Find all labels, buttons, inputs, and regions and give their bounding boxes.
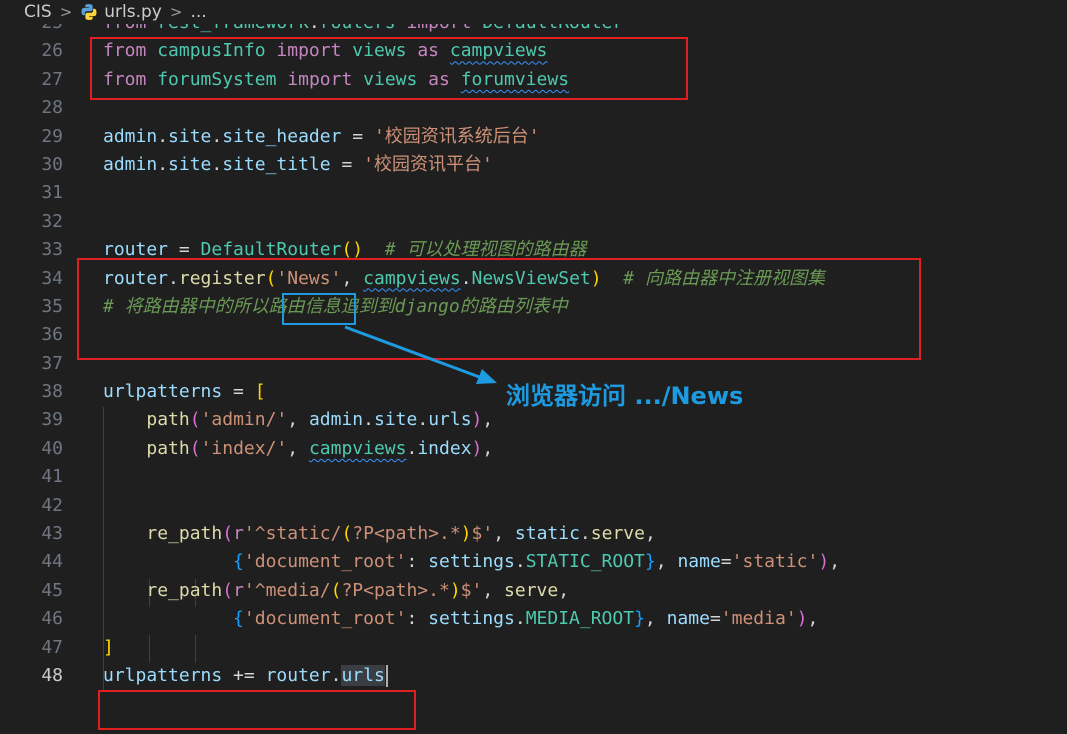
code-text[interactable]: from forumSystem import views as forumvi…: [103, 66, 569, 94]
code-line[interactable]: 40 path('index/', campviews.index),: [0, 435, 1067, 463]
annotation-label: 浏览器访问 .../News: [506, 382, 744, 410]
line-number: 38: [41, 381, 63, 403]
line-number: 26: [41, 40, 63, 62]
breadcrumb-folder[interactable]: CIS: [24, 2, 52, 22]
text-cursor: [385, 664, 388, 687]
line-number: 37: [41, 352, 63, 374]
code-text[interactable]: urlpatterns += router.urls: [103, 662, 388, 690]
code-text[interactable]: {'document_root': settings.MEDIA_ROOT}, …: [103, 605, 818, 633]
line-number: 39: [41, 409, 63, 431]
line-number: 29: [41, 125, 63, 147]
highlight-box-urlpatterns: [98, 690, 416, 730]
code-text[interactable]: urlpatterns = [: [103, 378, 266, 406]
line-number: 27: [41, 68, 63, 90]
line-number: 44: [41, 551, 63, 573]
code-text[interactable]: re_path(r'^static/(?P<path>.*)$', static…: [103, 520, 655, 548]
chevron-right-icon: >: [169, 3, 183, 21]
code-line[interactable]: 35 # 将路由器中的所以路由信息追到到django的路由列表中: [0, 293, 1067, 321]
code-text[interactable]: router.register('News', campviews.NewsVi…: [103, 265, 825, 293]
code-line-active[interactable]: 48 urlpatterns += router.urls: [0, 662, 1067, 690]
code-editor[interactable]: 25from rest_framework.routers import Def…: [0, 9, 1067, 691]
code-line[interactable]: 27 from forumSystem import views as forum…: [0, 66, 1067, 94]
code-line[interactable]: 31: [0, 179, 1067, 207]
line-number: 31: [41, 182, 63, 204]
line-number: 30: [41, 153, 63, 175]
line-number: 43: [41, 523, 63, 545]
line-number: 28: [41, 97, 63, 119]
breadcrumb-file[interactable]: urls.py: [104, 2, 162, 22]
breadcrumb-symbols[interactable]: ...: [190, 2, 206, 22]
breadcrumb: CIS > urls.py > ...: [0, 0, 1067, 24]
code-line[interactable]: 41: [0, 463, 1067, 491]
code-line[interactable]: 42: [0, 492, 1067, 520]
code-text[interactable]: # 将路由器中的所以路由信息追到到django的路由列表中: [103, 293, 568, 321]
line-number: 41: [41, 466, 63, 488]
code-line[interactable]: 30 admin.site.site_title = '校园资讯平台': [0, 151, 1067, 179]
code-line[interactable]: 26 from campusInfo import views as campvi…: [0, 37, 1067, 65]
code-line[interactable]: 47]: [0, 634, 1067, 662]
python-icon: [80, 3, 98, 21]
code-line[interactable]: 34 router.register('News', campviews.News…: [0, 265, 1067, 293]
code-text[interactable]: path('admin/', admin.site.urls),: [103, 406, 493, 434]
chevron-right-icon: >: [59, 3, 73, 21]
line-number: 34: [41, 267, 63, 289]
code-line[interactable]: 33 router = DefaultRouter() # 可以处理视图的路由器: [0, 236, 1067, 264]
code-text[interactable]: admin.site.site_title = '校园资讯平台': [103, 151, 493, 179]
line-number: 48: [41, 664, 63, 686]
code-line[interactable]: 43 re_path(r'^static/(?P<path>.*)$', sta…: [0, 520, 1067, 548]
code-line[interactable]: 46 {'document_root': settings.MEDIA_ROOT…: [0, 605, 1067, 633]
code-line[interactable]: 32: [0, 208, 1067, 236]
code-text[interactable]: {'document_root': settings.STATIC_ROOT},…: [103, 548, 840, 576]
line-number: 32: [41, 210, 63, 232]
line-number: 35: [41, 295, 63, 317]
line-number: 42: [41, 494, 63, 516]
code-text[interactable]: router = DefaultRouter() # 可以处理视图的路由器: [103, 236, 587, 264]
code-line[interactable]: 29 admin.site.site_header = '校园资讯系统后台': [0, 123, 1067, 151]
code-text[interactable]: admin.site.site_header = '校园资讯系统后台': [103, 123, 540, 151]
line-number: 40: [41, 437, 63, 459]
code-line[interactable]: 45 re_path(r'^media/(?P<path>.*)$', serv…: [0, 577, 1067, 605]
line-number: 46: [41, 608, 63, 630]
code-text[interactable]: ]: [103, 634, 114, 662]
code-text[interactable]: re_path(r'^media/(?P<path>.*)$', serve,: [103, 577, 569, 605]
code-line[interactable]: 44 {'document_root': settings.STATIC_ROO…: [0, 548, 1067, 576]
line-number: 36: [41, 324, 63, 346]
line-number: 45: [41, 579, 63, 601]
code-line[interactable]: 36: [0, 321, 1067, 349]
code-line[interactable]: 28: [0, 94, 1067, 122]
code-text[interactable]: from campusInfo import views as campview…: [103, 37, 547, 65]
line-number: 47: [41, 636, 63, 658]
code-text[interactable]: path('index/', campviews.index),: [103, 435, 493, 463]
code-line[interactable]: 37: [0, 350, 1067, 378]
line-number: 33: [41, 239, 63, 261]
